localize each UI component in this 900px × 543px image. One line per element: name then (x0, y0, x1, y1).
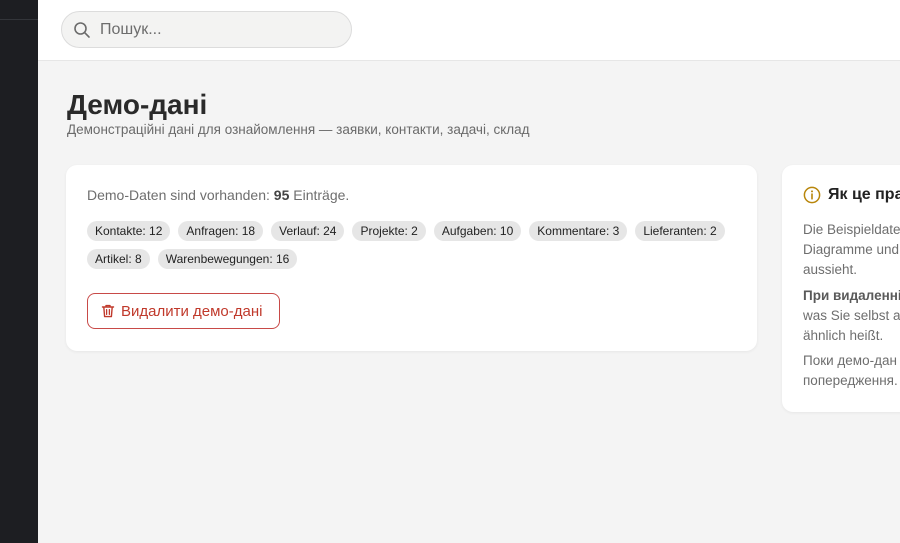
chip-kontakte: Kontakte: 12 (87, 221, 171, 241)
info-paragraph-1: Die Beispieldate Diagramme und aussieht. (803, 220, 900, 280)
info-icon (803, 186, 821, 204)
demo-status: Demo-Daten sind vorhanden: 95 Einträge. (87, 187, 349, 203)
info-p3-line: Поки демо-дан (803, 353, 897, 368)
delete-button-label: Видалити демо-дані (121, 302, 263, 320)
info-p2-line: ähnlich heißt. (803, 328, 884, 343)
search-input[interactable] (100, 20, 330, 39)
info-p1-line: Diagramme und (803, 242, 900, 257)
search-box[interactable] (61, 11, 352, 48)
info-p2-bold: При видаленні (803, 288, 900, 303)
search-icon (73, 21, 91, 39)
info-paragraph-3: Поки демо-дан попередження. (803, 351, 900, 391)
chip-artikel: Artikel: 8 (87, 249, 150, 269)
chip-anfragen: Anfragen: 18 (178, 221, 264, 241)
info-card-title: Як це пра (828, 186, 900, 203)
sidebar-divider (0, 19, 38, 20)
chip-verlauf: Verlauf: 24 (271, 221, 345, 241)
sidebar (0, 0, 38, 543)
info-p3-line: попередження. (803, 373, 898, 388)
how-it-works-card: Як це пра Die Beispieldate Diagramme und… (782, 165, 900, 412)
info-p1-line: aussieht. (803, 262, 858, 277)
info-p1-line: Die Beispieldate (803, 222, 900, 237)
top-bar (38, 0, 900, 61)
info-card-header: Як це пра (803, 186, 900, 204)
chip-projekte: Projekte: 2 (352, 221, 426, 241)
chip-aufgaben: Aufgaben: 10 (433, 221, 522, 241)
info-paragraph-2: При видаленні was Sie selbst a ähnlich h… (803, 286, 900, 346)
info-p2-line: was Sie selbst a (803, 308, 900, 323)
chip-lieferanten: Lieferanten: 2 (635, 221, 725, 241)
chip-kommentare: Kommentare: 3 (529, 221, 628, 241)
page-subtitle: Демонстраційні дані для ознайомлення — з… (67, 122, 530, 137)
trash-icon (100, 303, 116, 319)
status-suffix: Einträge. (293, 187, 350, 203)
status-count: 95 (273, 187, 290, 203)
demo-data-card: Demo-Daten sind vorhanden: 95 Einträge. … (66, 165, 757, 351)
entity-count-chips: Kontakte: 12 Anfragen: 18 Verlauf: 24 Pr… (87, 221, 747, 269)
status-prefix: Demo-Daten sind vorhanden: (87, 187, 270, 203)
chip-warenbewegungen: Warenbewegungen: 16 (157, 249, 298, 269)
page-title: Демо-дані (67, 89, 208, 120)
delete-demo-data-button[interactable]: Видалити демо-дані (87, 293, 280, 329)
